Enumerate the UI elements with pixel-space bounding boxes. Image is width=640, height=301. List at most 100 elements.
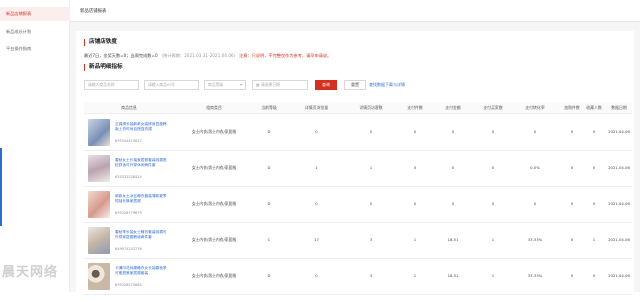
cell-category: 女士内衣/男士内衣/家居服 [191, 273, 237, 278]
cell-cvr: 33.33% [527, 273, 543, 278]
th-grade: 当前等级 [261, 105, 277, 110]
product-name-link[interactable]: 云锦绣长袖新款女装修身显瘦韩版上衣时尚百搭连衣裙 [115, 122, 170, 132]
cell-pv: 0 [315, 201, 318, 206]
product-id: 635344415627 [115, 139, 142, 143]
cell-date: 2021.04.06 [608, 201, 630, 206]
cell-amount: 0 [451, 165, 455, 170]
cell-uv: 1 [369, 165, 373, 170]
cell-uv: 3 [369, 237, 373, 242]
product-name-link[interactable]: 春秋女士长袖家居服套装纯棉宽松舒适可外穿休闲两件套 [115, 158, 170, 168]
sidebar-item-growth-plan[interactable]: 新品成长计划 [0, 25, 70, 39]
product-id: 649974243776 [115, 247, 142, 251]
cell-category: 女士内衣/男士内衣/家居服 [191, 165, 237, 170]
info-note: （统计周期：2021.03.31-2021.04.06） [158, 53, 238, 58]
th-cvr: 支付转化率 [525, 105, 545, 110]
product-image[interactable] [88, 155, 110, 182]
cell-date: 2021.04.06 [608, 129, 630, 134]
cell-buyers: 0 [491, 201, 495, 206]
product-name-link[interactable]: 新款女士冰丝睡衣套装薄款夏季短袖长裤家居服 [115, 194, 170, 204]
table-row: 春秋女士长袖家居服套装纯棉宽松舒适可外穿休闲两件套 635332528414 女… [84, 151, 632, 187]
product-image[interactable] [88, 191, 110, 218]
sidebar-scroll-marker [0, 148, 2, 226]
sidebar-item-new-product-report[interactable]: 新品店铺报表 [0, 7, 70, 21]
th-uv: 详情页访客数 [359, 105, 383, 110]
product-id: 635326570685 [115, 283, 142, 287]
sidebar-item-operation-guide[interactable]: 平台操作指南 [0, 42, 70, 56]
main-content: 店铺店铁度 最近7日，金奖天数=0；当周完成数=0 （统计周期：2021.03.… [70, 22, 640, 301]
date-picker-label: 请选择日期 [260, 82, 280, 87]
th-category: 组商类目 [206, 105, 222, 110]
grade-select[interactable]: 商品等级 ▾ [204, 80, 246, 90]
info-prefix: 最近7日，金奖天数=0；当周完成数=0 [84, 53, 158, 58]
th-pv: 详情页浏览量 [304, 105, 329, 110]
product-id: 635332528414 [115, 175, 142, 179]
cell-pv: 17 [314, 237, 319, 242]
cell-grade: D [267, 201, 271, 206]
cell-cvr: 33.33% [527, 237, 543, 242]
query-button[interactable]: 查询 [315, 80, 337, 90]
cell-date: 2021.04.06 [608, 273, 630, 278]
cell-amount: 18.51 [447, 273, 459, 278]
store-activity-summary: 最近7日，金奖天数=0；当周完成数=0 （统计周期：2021.03.31-202… [84, 53, 331, 59]
topbar: 新品店铺报表 [70, 0, 640, 22]
cell-qty: 0 [413, 165, 417, 170]
grade-select-label: 商品等级 [208, 82, 224, 87]
th-product-info: 商品信息 [121, 105, 137, 110]
table-row: 春秋季长袖女士睡衣套装纯棉可外穿家居服韩版两件套 649974243776 女士… [84, 223, 632, 259]
cell-cvr: 0 [533, 129, 537, 134]
report-card: 店铺店铁度 最近7日，金奖天数=0；当周完成数=0 （统计周期：2021.03.… [76, 31, 634, 301]
product-image[interactable] [88, 227, 110, 254]
cell-amount: 18.51 [447, 237, 459, 242]
table-row: 新款女士冰丝睡衣套装薄款夏季短袖长裤家居服 635326779679 女士内衣/… [84, 187, 632, 223]
date-picker[interactable]: ▦ 请选择日期 [252, 80, 308, 90]
cell-uv: 0 [369, 129, 373, 134]
cell-buyers: 1 [491, 237, 495, 242]
cell-category: 女士内衣/男士内衣/家居服 [191, 237, 237, 242]
cell-cvr: 0 [533, 201, 537, 206]
product-id-input[interactable]: 请输入商品ID号 [144, 80, 199, 90]
cell-pv: 0 [315, 273, 318, 278]
cell-grade: D [267, 165, 271, 170]
section-title-store-activity: 店铺店铁度 [84, 39, 117, 46]
cell-date: 2021.04.06 [608, 165, 630, 170]
product-image[interactable] [88, 119, 110, 146]
product-image[interactable] [88, 263, 110, 290]
cell-qty: 0 [413, 201, 417, 206]
cell-category: 女士内衣/男士内衣/家居服 [191, 129, 237, 134]
reset-button[interactable]: 重置 [344, 80, 366, 90]
cell-buyers: 0 [491, 165, 495, 170]
table-row: 卡通印花纯棉睡衣女长袖春秋季可爱甜美家居服套装 635326570685 女士内… [84, 259, 632, 295]
product-name-link[interactable]: 春秋季长袖女士睡衣套装纯棉可外穿家居服韩版两件套 [115, 230, 170, 240]
cell-amount: 0 [451, 129, 455, 134]
th-qty: 支付件数 [407, 105, 423, 110]
product-name-link[interactable]: 卡通印花纯棉睡衣女长袖春秋季可爱甜美家居服套装 [115, 266, 170, 276]
tab-new-product-report[interactable]: 新品店铺报表 [80, 8, 106, 14]
cell-cvr: 0.0% [530, 165, 540, 170]
cell-grade: C [267, 237, 271, 242]
watermark: 晨天网络 [2, 265, 59, 280]
cell-grade: D [267, 129, 271, 134]
chevron-down-icon: ▾ [240, 82, 242, 87]
cell-date: 2021.04.06 [608, 237, 630, 242]
cell-qty: 0 [413, 129, 417, 134]
cell-pv: 0 [315, 129, 318, 134]
info-suffix: 注意：只说明，不完整仅作为参考，请早申请说。 [239, 53, 332, 58]
download-details-link[interactable]: 查找数据下载与详情 [369, 82, 405, 88]
cell-pv: 1 [315, 165, 318, 170]
product-name-input[interactable]: 请输入商品名称 [84, 80, 139, 90]
cell-buyers: 1 [491, 273, 495, 278]
product-id: 635326779679 [115, 211, 142, 215]
cell-grade: D [267, 273, 271, 278]
cell-amount: 0 [451, 201, 455, 206]
th-amount: 支付金额 [445, 105, 461, 110]
th-date: 数据日期 [611, 105, 627, 110]
cell-category: 女士内衣/男士内衣/家居服 [191, 201, 237, 206]
cell-uv: 3 [369, 273, 373, 278]
table-row: 云锦绣长袖新款女装修身显瘦韩版上衣时尚百搭连衣裙 635344415627 女士… [84, 115, 632, 151]
calendar-icon: ▦ [256, 82, 260, 87]
section-title-product-metrics: 新品明细指标 [84, 64, 123, 71]
th-buyers: 支付买家数 [483, 105, 503, 110]
cell-uv: 0 [369, 201, 373, 206]
cell-qty: 1 [413, 273, 417, 278]
sidebar: 新品店铺报表 新品成长计划 平台操作指南 [0, 0, 70, 292]
